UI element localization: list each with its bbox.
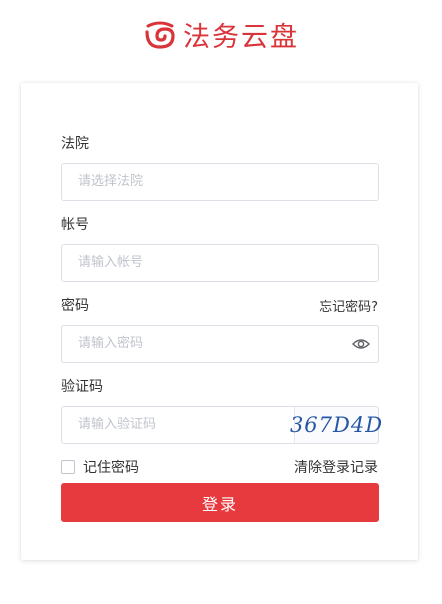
- account-input[interactable]: 请输入帐号: [61, 244, 379, 282]
- forgot-password-link[interactable]: 忘记密码?: [319, 296, 378, 315]
- login-button[interactable]: 登录: [61, 483, 379, 522]
- captcha-image[interactable]: 367D4D: [290, 406, 382, 444]
- password-label: 密码: [61, 298, 89, 314]
- captcha-input[interactable]: 请输入验证码: [61, 406, 297, 444]
- login-card: 法院 请选择法院 帐号 请输入帐号 密码 忘记密码? 请输入密码 验证码 请输入…: [21, 83, 418, 560]
- brand-logo: 法务云盘: [0, 14, 442, 54]
- remember-password[interactable]: 记住密码: [61, 457, 139, 477]
- court-select[interactable]: 请选择法院: [61, 163, 379, 201]
- password-input[interactable]: 请输入密码: [61, 325, 379, 363]
- court-placeholder: 请选择法院: [78, 174, 144, 189]
- eye-icon[interactable]: [352, 337, 370, 351]
- captcha-placeholder: 请输入验证码: [78, 417, 157, 432]
- password-placeholder: 请输入密码: [78, 336, 144, 351]
- account-label: 帐号: [61, 217, 89, 233]
- remember-checkbox[interactable]: [61, 460, 75, 474]
- remember-label: 记住密码: [83, 460, 139, 476]
- clear-login-history-link[interactable]: 清除登录记录: [294, 457, 378, 477]
- court-label: 法院: [61, 136, 89, 152]
- brand-name: 法务云盘: [183, 21, 299, 53]
- logo-swirl-icon: [145, 21, 175, 49]
- captcha-label: 验证码: [61, 379, 103, 395]
- account-placeholder: 请输入帐号: [78, 255, 144, 270]
